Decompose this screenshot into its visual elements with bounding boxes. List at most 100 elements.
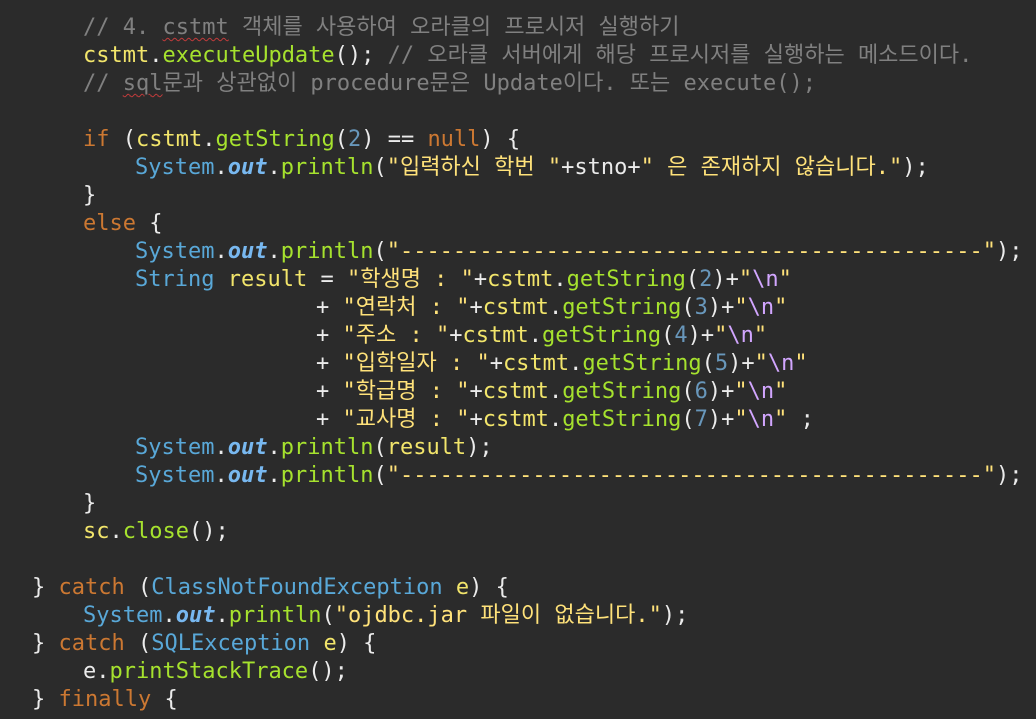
code-token: println — [280, 239, 374, 264]
code-token: + — [316, 323, 343, 348]
code-token: ); — [995, 239, 1023, 264]
code-token: ( — [661, 323, 675, 348]
code-line[interactable]: String result = "학생명 : "+cstmt.getString… — [135, 266, 792, 294]
code-line[interactable]: } — [83, 182, 96, 210]
code-token: = — [307, 267, 347, 292]
code-token: getString — [215, 127, 335, 152]
code-token: System — [135, 435, 215, 460]
code-token: " — [753, 323, 768, 348]
code-line[interactable]: System.out.println(result); — [135, 434, 493, 462]
code-token: println — [280, 155, 374, 180]
code-token: getString — [562, 407, 682, 432]
code-line[interactable]: } catch (SQLException e) { — [32, 630, 376, 658]
code-token: " — [774, 379, 788, 404]
code-token: )+ — [728, 351, 755, 376]
code-token: else — [83, 211, 136, 236]
code-token: . — [553, 267, 567, 292]
code-token: )+ — [712, 267, 739, 292]
code-token: cstmt — [136, 127, 203, 152]
code-token: "학급명 : " — [342, 379, 470, 404]
code-token: out — [175, 603, 216, 628]
code-token: . — [214, 435, 228, 460]
code-token: 6 — [694, 379, 708, 404]
code-token: 7 — [694, 407, 708, 432]
code-line[interactable]: + "연락처 : "+cstmt.getString(3)+"\n" — [316, 294, 787, 322]
code-token: catch — [58, 575, 125, 600]
code-line[interactable]: System.out.println("ojdbc.jar 파일이 없습니다."… — [83, 602, 688, 630]
code-token: if — [83, 127, 110, 152]
code-token: println — [280, 435, 374, 460]
code-token: ( — [681, 379, 695, 404]
code-token: 5 — [714, 351, 729, 376]
code-token: \n — [752, 267, 779, 292]
code-token: . — [214, 239, 228, 264]
code-token: . — [215, 603, 229, 628]
code-token: e. — [83, 659, 110, 684]
code-token: \n — [747, 379, 775, 404]
code-token: ( — [124, 575, 152, 600]
code-line[interactable]: } finally { — [32, 686, 178, 714]
code-token: System — [135, 463, 215, 488]
code-token: close — [122, 519, 189, 544]
code-line[interactable]: else { — [83, 210, 162, 238]
code-token: " — [738, 267, 753, 292]
code-token: out — [227, 435, 268, 460]
code-token: { — [151, 687, 178, 712]
code-token: " — [714, 323, 728, 348]
code-token: ClassNotFoundException — [151, 575, 443, 600]
code-token: e — [323, 631, 337, 656]
code-token: getString — [566, 267, 686, 292]
code-token: 객체를 사용하여 오라클의 프로시저 실행하기 — [228, 15, 680, 40]
code-token: "학생명 : " — [346, 267, 474, 292]
code-line[interactable]: e.printStackTrace(); — [83, 658, 348, 686]
code-token: )+ — [707, 407, 735, 432]
code-token: " — [734, 407, 748, 432]
code-line[interactable]: } catch (ClassNotFoundException e) { — [32, 574, 509, 602]
code-token: } — [83, 183, 97, 208]
code-token: (); — [188, 519, 229, 544]
code-token: . — [149, 43, 163, 68]
code-token: catch — [58, 631, 125, 656]
code-line[interactable]: System.out.println("입력하신 학번 "+stno+" 은 존… — [135, 154, 929, 182]
code-token: ); — [661, 603, 689, 628]
code-line[interactable]: cstmt.executeUpdate(); // 오라클 서버에게 해당 프로… — [83, 42, 972, 70]
code-token: e — [455, 575, 470, 600]
code-token: + — [489, 351, 503, 376]
code-line[interactable]: + "주소 : "+cstmt.getString(4)+"\n" — [316, 322, 767, 350]
code-token: println — [228, 603, 322, 628]
code-token: ( — [681, 295, 695, 320]
code-line[interactable]: + "교사명 : "+cstmt.getString(7)+"\n" ; — [316, 406, 814, 434]
code-token: )+ — [707, 295, 735, 320]
code-line[interactable]: + "학급명 : "+cstmt.getString(6)+"\n" — [316, 378, 787, 406]
code-token: } — [83, 491, 97, 516]
code-token: " — [774, 295, 788, 320]
code-token: 2 — [347, 127, 362, 152]
code-line[interactable]: if (cstmt.getString(2) == null) { — [83, 126, 520, 154]
code-token: result — [227, 267, 308, 292]
code-token: // — [83, 71, 123, 96]
code-line[interactable]: sc.close(); — [83, 518, 229, 546]
code-token: getString — [562, 295, 682, 320]
code-line[interactable]: System.out.println("--------------------… — [135, 462, 1022, 490]
code-line[interactable]: // 4. cstmt 객체를 사용하여 오라클의 프로시저 실행하기 — [83, 14, 680, 42]
code-token: System — [135, 155, 215, 180]
code-token: . — [267, 155, 281, 180]
code-token: ( — [685, 267, 700, 292]
code-token: )+ — [707, 379, 735, 404]
code-token: )+ — [687, 323, 715, 348]
code-token: ) == — [361, 127, 428, 152]
code-line[interactable]: + "입학일자 : "+cstmt.getString(5)+"\n" — [316, 350, 808, 378]
code-token: " — [778, 267, 792, 292]
code-token: // 4. — [83, 15, 163, 40]
code-token: . — [569, 351, 583, 376]
code-editor[interactable]: // 4. cstmt 객체를 사용하여 오라클의 프로시저 실행하기 cstmt… — [0, 0, 1036, 719]
code-token: + — [316, 295, 343, 320]
code-line[interactable]: } — [83, 490, 96, 518]
code-line[interactable]: System.out.println("--------------------… — [135, 238, 1022, 266]
code-token: ( — [373, 435, 387, 460]
code-token: + — [469, 379, 483, 404]
code-line[interactable]: // sql문과 상관없이 procedure문은 Update이다. 또는 e… — [83, 70, 816, 98]
code-token: (); — [308, 659, 348, 684]
